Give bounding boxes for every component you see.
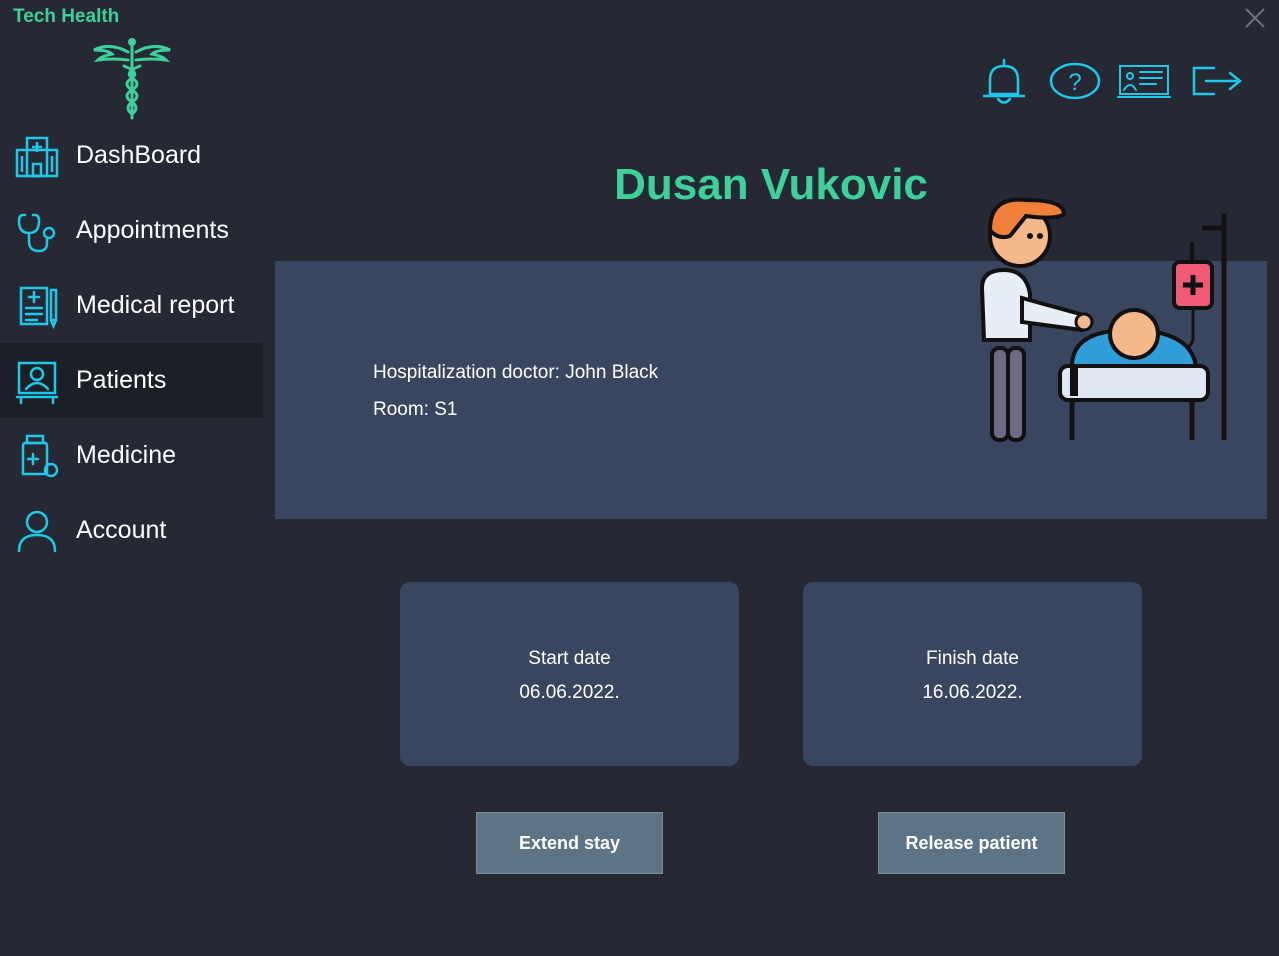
release-patient-button[interactable]: Release patient	[878, 812, 1065, 874]
bell-icon[interactable]	[976, 56, 1032, 106]
start-date-card: Start date 06.06.2022.	[400, 582, 739, 766]
sidebar-item-medical-report[interactable]: Medical report	[0, 268, 263, 343]
start-date-value: 06.06.2022.	[519, 682, 620, 703]
stethoscope-icon	[17, 213, 56, 252]
app-title: Tech Health	[13, 6, 120, 27]
finish-date-label: Finish date	[926, 648, 1019, 669]
sidebar-item-label: Patients	[76, 366, 167, 394]
user-icon	[17, 510, 57, 552]
presentation-icon[interactable]	[1116, 56, 1172, 106]
medical-report-icon	[19, 286, 58, 329]
help-icon[interactable]: ?	[1047, 56, 1103, 106]
close-icon[interactable]	[1241, 4, 1269, 32]
hospital-care-illustration	[979, 197, 1227, 442]
extend-stay-button[interactable]: Extend stay	[476, 812, 663, 874]
caduceus-icon	[93, 38, 171, 120]
sidebar-item-label: Medical report	[76, 291, 235, 319]
hospital-icon	[15, 136, 59, 177]
room: Room: S1	[373, 399, 458, 420]
logout-icon[interactable]	[1188, 56, 1244, 106]
finish-date-card: Finish date 16.06.2022.	[803, 582, 1142, 766]
sidebar-item-label: Account	[76, 516, 167, 544]
sidebar-item-patients[interactable]: Patients	[0, 343, 263, 418]
sidebar-item-dashboard[interactable]: DashBoard	[0, 118, 263, 193]
sidebar-item-account[interactable]: Account	[0, 493, 263, 568]
sidebar-item-label: Medicine	[76, 441, 177, 469]
finish-date-value: 16.06.2022.	[922, 682, 1023, 703]
sidebar: DashBoard Appointments Medical report Pa…	[0, 118, 263, 568]
patient-icon	[15, 361, 59, 404]
sidebar-item-label: DashBoard	[76, 141, 202, 169]
sidebar-item-medicine[interactable]: Medicine	[0, 418, 263, 493]
svg-text:?: ?	[1068, 69, 1081, 96]
sidebar-item-appointments[interactable]: Appointments	[0, 193, 263, 268]
hospitalization-doctor: Hospitalization doctor: John Black	[373, 362, 659, 383]
start-date-label: Start date	[528, 648, 611, 669]
medicine-icon	[21, 434, 59, 477]
sidebar-item-label: Appointments	[76, 216, 229, 244]
